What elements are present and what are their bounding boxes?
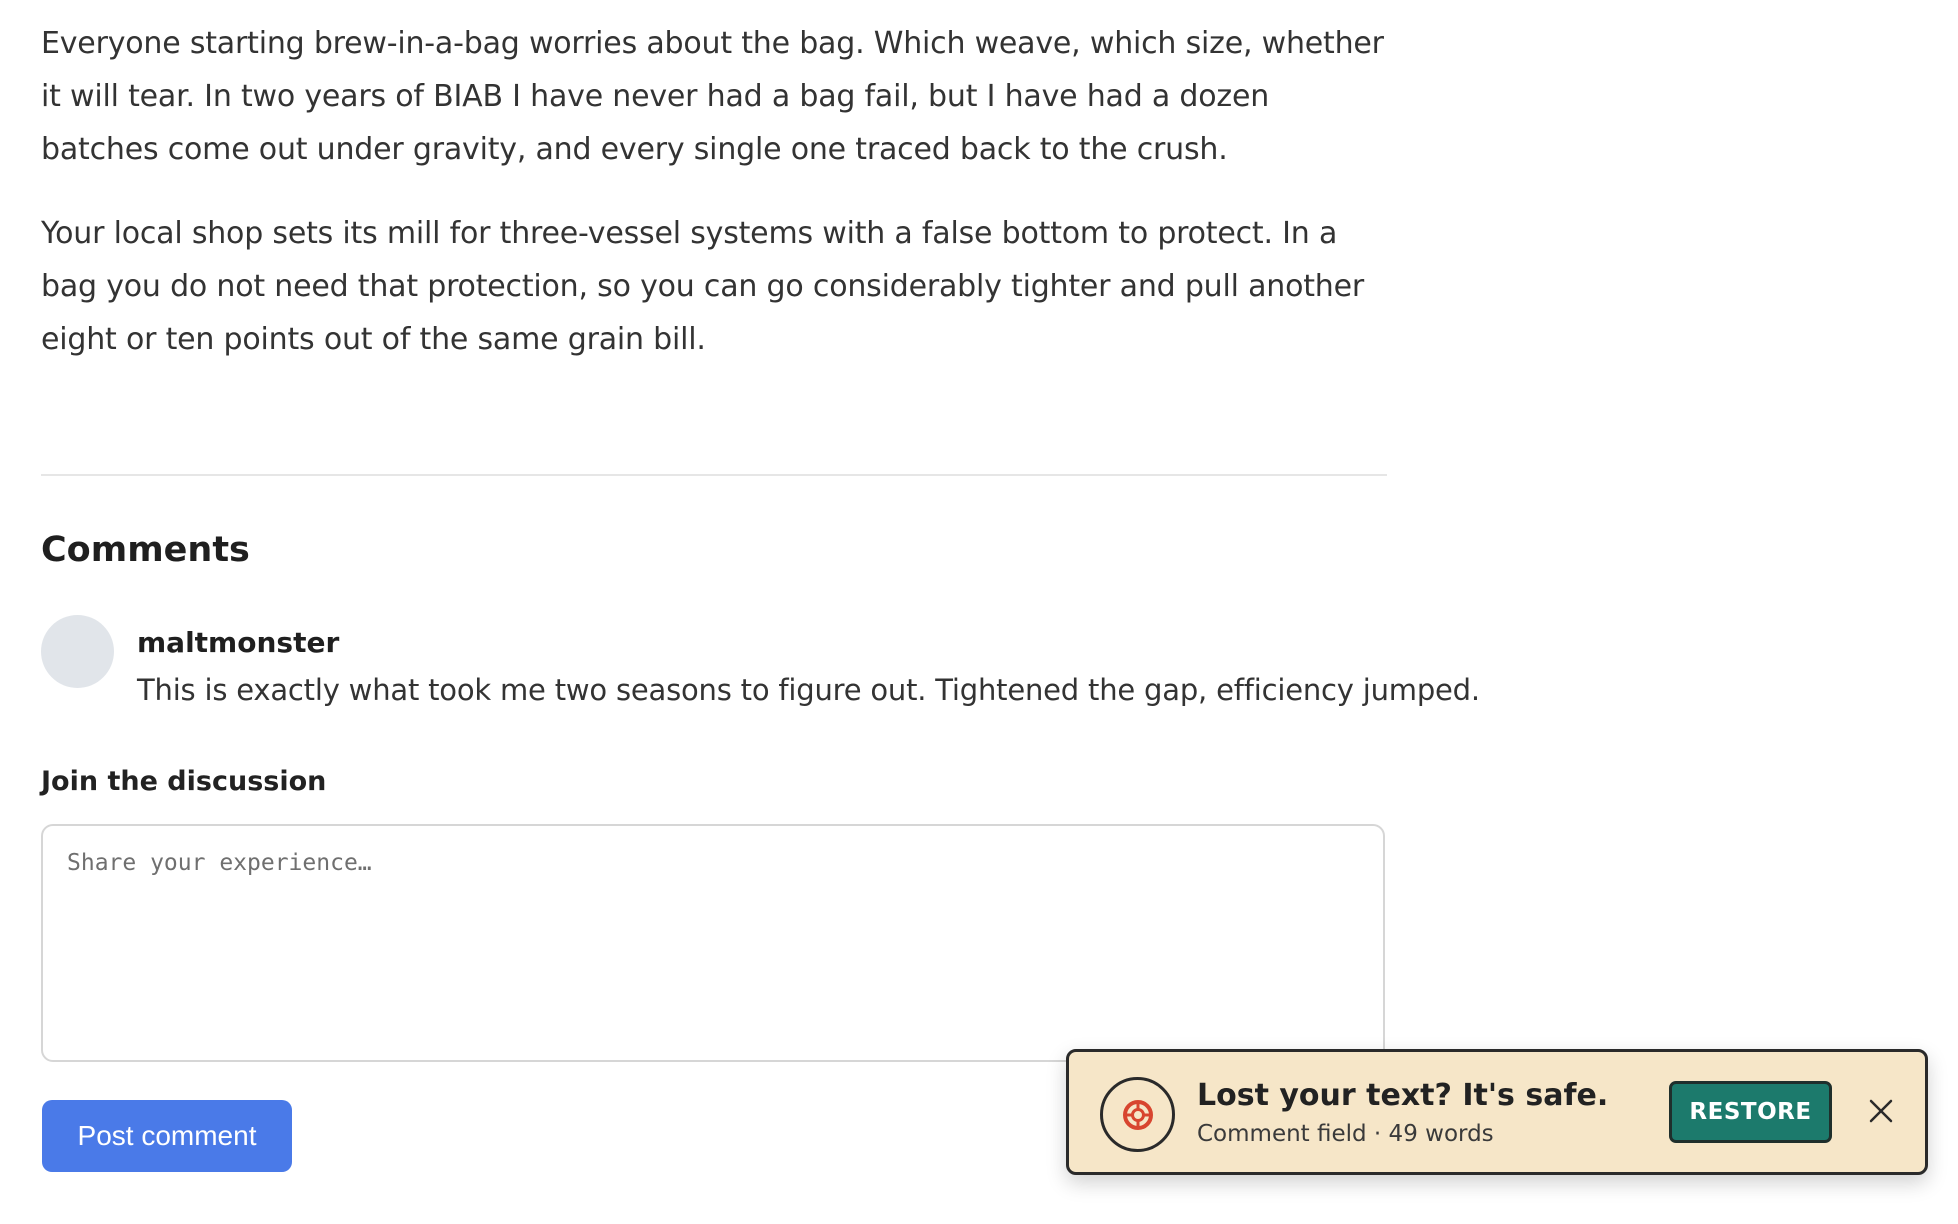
join-discussion-label: Join the discussion	[41, 766, 327, 797]
comment-box	[41, 824, 1385, 1062]
post-comment-button[interactable]: Post comment	[42, 1100, 292, 1172]
restore-toast: Lost your text? It's safe. Comment field…	[1066, 1049, 1928, 1175]
lifebuoy-icon	[1100, 1077, 1175, 1152]
comment-author: maltmonster	[137, 626, 340, 659]
close-icon[interactable]	[1861, 1091, 1901, 1131]
restore-button[interactable]: RESTORE	[1669, 1081, 1832, 1143]
section-divider	[41, 474, 1387, 476]
article-paragraph-2: Your local shop sets its mill for three-…	[41, 216, 1365, 357]
comment-input[interactable]	[43, 826, 1383, 1060]
avatar	[41, 615, 114, 688]
article-paragraph-1: Everyone starting brew-in-a-bag worries …	[41, 26, 1384, 167]
comment-body: This is exactly what took me two seasons…	[137, 673, 1480, 707]
comments-heading: Comments	[41, 530, 250, 570]
toast-subtitle: Comment field · 49 words	[1197, 1121, 1494, 1147]
toast-title: Lost your text? It's safe.	[1197, 1078, 1609, 1113]
